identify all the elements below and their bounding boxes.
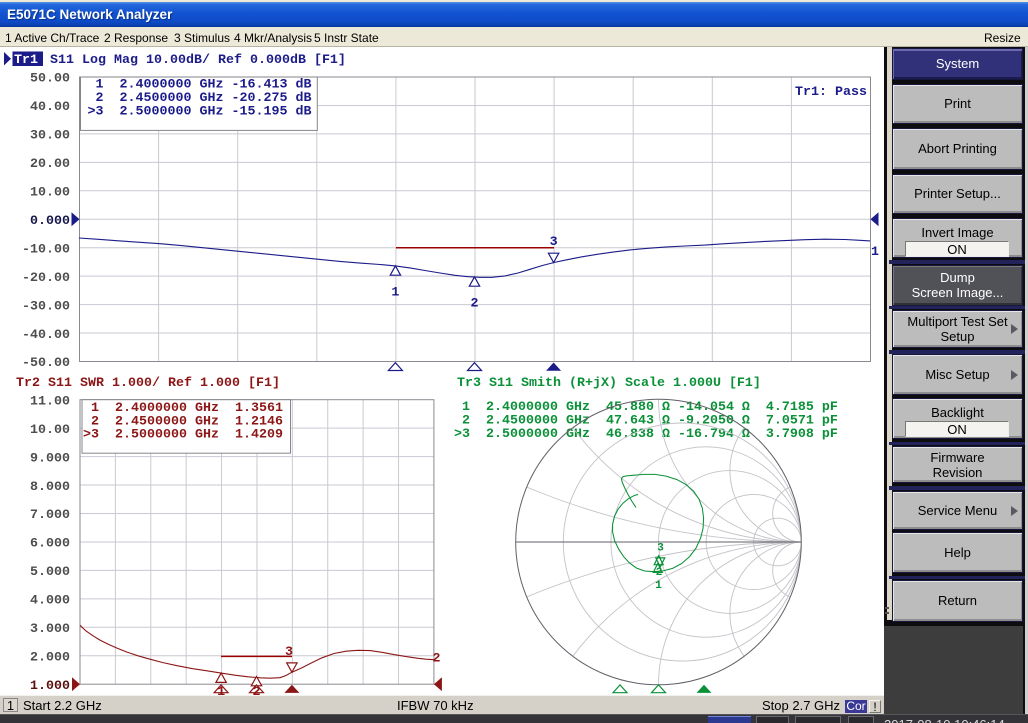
- svg-text:1: 1: [391, 285, 399, 300]
- svg-text:Tr1: Tr1: [14, 53, 38, 68]
- svg-text:5.000: 5.000: [30, 565, 70, 580]
- svg-text:-10.00: -10.00: [22, 242, 70, 257]
- svg-text:1: 1: [655, 580, 662, 592]
- svg-text:2: 2: [656, 567, 663, 579]
- svg-text:2.000: 2.000: [30, 650, 70, 665]
- svg-text:1.000: 1.000: [30, 679, 70, 694]
- svg-text:20.00: 20.00: [30, 157, 70, 172]
- svg-text:1: 1: [871, 245, 879, 260]
- svg-text:8.000: 8.000: [30, 480, 70, 495]
- svg-text:Tr1: Pass: Tr1: Pass: [795, 85, 867, 100]
- svg-text:2: 2: [433, 652, 441, 667]
- svg-text:30.00: 30.00: [30, 129, 70, 144]
- svg-text:Tr3 S11 Smith (R+jX) Scale 1.0: Tr3 S11 Smith (R+jX) Scale 1.000U [F1]: [457, 376, 761, 391]
- svg-text:Tr2 S11 SWR 1.000/ Ref 1.000 [: Tr2 S11 SWR 1.000/ Ref 1.000 [F1]: [16, 376, 280, 391]
- svg-text:-30.00: -30.00: [22, 299, 70, 314]
- svg-text:-50.00: -50.00: [22, 356, 70, 371]
- svg-text:11.00: 11.00: [30, 394, 70, 409]
- svg-text:50.00: 50.00: [30, 72, 70, 87]
- svg-text:10.00: 10.00: [30, 186, 70, 201]
- svg-text:>3 2.5000000 GHz -15.195 dB: >3 2.5000000 GHz -15.195 dB: [88, 104, 312, 119]
- svg-text:-40.00: -40.00: [22, 328, 70, 343]
- svg-text:2: 2: [471, 296, 479, 311]
- svg-text:7.000: 7.000: [30, 508, 70, 523]
- svg-text:3.000: 3.000: [30, 622, 70, 637]
- svg-text:40.00: 40.00: [30, 100, 70, 115]
- svg-text:6.000: 6.000: [30, 537, 70, 552]
- svg-text:3: 3: [285, 645, 293, 660]
- svg-text:>3 2.5000000 GHz 1.4209: >3 2.5000000 GHz 1.4209: [83, 428, 283, 443]
- svg-text:3: 3: [657, 543, 664, 555]
- svg-text:3: 3: [550, 235, 558, 250]
- svg-text:10.00: 10.00: [30, 423, 70, 438]
- svg-text:9.000: 9.000: [30, 451, 70, 466]
- svg-text:0.000: 0.000: [30, 214, 70, 229]
- svg-text:4.000: 4.000: [30, 594, 70, 609]
- svg-text:S11 Log Mag 10.00dB/ Ref 0.000: S11 Log Mag 10.00dB/ Ref 0.000dB [F1]: [50, 53, 346, 68]
- svg-text:-20.00: -20.00: [22, 271, 70, 286]
